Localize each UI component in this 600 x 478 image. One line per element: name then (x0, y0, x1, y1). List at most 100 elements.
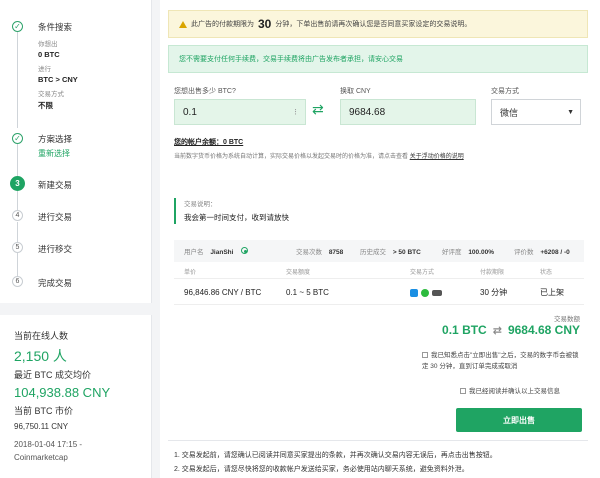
rating-label: 好评度 (442, 249, 462, 256)
lock-confirm-checkbox[interactable] (422, 352, 428, 359)
payment-methods (410, 288, 445, 297)
price-source: Coinmarketcap (14, 453, 68, 462)
trade-count-field: 交易次数 8758 (296, 246, 343, 256)
rating-value: 100.00% (468, 249, 494, 256)
step-1-label: 你想出 (38, 41, 58, 48)
warning-suffix: 分钟，下单出售前请再次确认您是否同意买家设定的交易说明。 (275, 21, 472, 28)
step-5-title: 进行移交 (38, 244, 73, 254)
step-1-check-icon: ✓ (12, 21, 23, 32)
step-2-check-icon: ✓ (12, 133, 23, 144)
header-term: 付款期限 (480, 270, 505, 276)
step-1-value: 不限 (38, 101, 53, 110)
step-3-title: 新建交易 (38, 180, 73, 190)
cny-amount-value: 9684.68 (349, 106, 386, 118)
total-amount: 0.1 BTC ⇄ 9684.68 CNY (442, 323, 580, 337)
trade-panel: 此广告的付款期限为 30 分钟，下单出售前请再次确认您是否同意买家设定的交易说明… (160, 0, 600, 478)
fee-notice: 您不需要支付任何手续费，交易手续费将由广告发布者承担，请安心交易 (168, 45, 588, 73)
step-1-label: 进行 (38, 66, 51, 73)
online-users-label: 当前在线人数 (14, 331, 69, 341)
trade-count-label: 交易次数 (296, 249, 322, 256)
online-status-icon (241, 247, 249, 254)
latest-price-label: 最近 BTC 成交均价 (14, 370, 92, 380)
trade-description: 交易说明： 我会第一时间支付，收到请放快 (174, 198, 584, 224)
stepper-icon[interactable]: ⁝ (294, 107, 297, 118)
trade-note-label: 交易说明： (184, 201, 217, 208)
trade-note-text: 我会第一时间支付，收到请放快 (184, 213, 289, 222)
step-1-value: BTC > CNY (38, 75, 78, 84)
ad-limit: 0.1 ~ 5 BTC (286, 288, 329, 297)
review-count-field: 评价数 +6208 / -0 (514, 246, 570, 256)
payment-method-select[interactable]: 微信 ▼ (491, 99, 581, 125)
step-1-title[interactable]: 条件搜索 (38, 21, 72, 33)
total-cny: 9684.68 CNY (507, 323, 580, 337)
total-btc: 0.1 BTC (442, 323, 487, 337)
step-5-number: 5 (12, 242, 23, 253)
ad-table-header: 单价 交易额度 交易方式 付款期限 状态 (174, 265, 584, 279)
username-label: 用户名 (184, 249, 204, 256)
sell-now-button[interactable]: 立即出售 (456, 408, 582, 432)
steps-card: ✓ 条件搜索 你想出 0 BTC 进行 BTC > CNY 交易方式 不限 ✓ … (0, 0, 152, 303)
history-field: 历史成交 > 50 BTC (360, 246, 421, 256)
table-row: 96,846.86 CNY / BTC 0.1 ~ 5 BTC 30 分钟 已上… (174, 281, 584, 305)
warning-prefix: 此广告的付款期限为 (191, 21, 254, 28)
divider (168, 440, 588, 441)
read-confirm-text: 我已经阅读并确认以上交易信息 (469, 388, 560, 395)
header-price: 单价 (184, 270, 197, 276)
price-timestamp: 2018-01-04 17:15 - (14, 440, 83, 449)
read-confirm: 我已经阅读并确认以上交易信息 (460, 385, 560, 395)
rating-field: 好评度 100.00% (442, 246, 494, 256)
account-balance: 您的帐户余额：0 BTC (174, 139, 244, 146)
step-connector (17, 222, 18, 242)
swap-icon[interactable]: ⇄ (312, 101, 324, 118)
step-1-value: 0 BTC (38, 50, 60, 59)
read-confirm-checkbox[interactable] (460, 388, 466, 395)
step-6-title: 完成交易 (38, 278, 73, 288)
step-6-number: 6 (12, 276, 23, 287)
wechat-icon (421, 288, 429, 297)
floating-price-link[interactable]: 关于浮动价格的说明 (410, 154, 464, 160)
step-1-label: 交易方式 (38, 91, 64, 98)
lock-confirm-text: 我已知悉点击"立即出售"之后，交易的数字币会被锁定 30 分钟，直到订单完成或取… (422, 352, 579, 370)
step-connector (17, 191, 18, 210)
header-status: 状态 (540, 270, 553, 276)
step-connector (17, 253, 18, 276)
warning-minutes: 30 (258, 17, 272, 31)
rate-note-text: 当前数字货币价格为系统自动计算，实际交易价格以发起交易时的价格为准，请点击查看 (174, 154, 409, 160)
ad-term: 30 分钟 (480, 288, 508, 297)
btc-amount-label: 您想出售多少 BTC? (174, 88, 236, 95)
payment-method-label: 交易方式 (491, 88, 519, 95)
step-2-title[interactable]: 方案选择 (38, 133, 72, 145)
step-4-title: 进行交易 (38, 212, 73, 222)
username-value[interactable]: JianShi (210, 249, 233, 256)
btc-amount-input[interactable]: 0.1 ⁝ (174, 99, 306, 125)
rate-note: 当前数字货币价格为系统自动计算，实际交易价格以发起交易时的价格为准，请点击查看 … (174, 151, 464, 160)
ad-price: 96,846.86 CNY / BTC (184, 288, 262, 297)
warning-icon (179, 20, 187, 28)
btc-amount-value: 0.1 (183, 106, 197, 118)
note-item: 2. 交易发起后，请您尽快将您的收款帐户发送给买家，务必使用站内聊天系统，避免资… (174, 466, 469, 473)
seller-info-row: 用户名 JianShi 交易次数 8758 历史成交 > 50 BTC 好评度 … (174, 240, 584, 262)
history-label: 历史成交 (360, 249, 386, 256)
note-item: 1. 交易发起前，请您确认已阅读并同意买家提出的条款，并再次确认交易内容无误后，… (174, 452, 497, 459)
payment-term-warning: 此广告的付款期限为 30 分钟，下单出售前请再次确认您是否同意买家设定的交易说明… (168, 10, 588, 38)
step-connector (17, 32, 18, 128)
review-count-value: +6208 / -0 (540, 249, 570, 256)
market-stats-card: 当前在线人数 2,150 人 最近 BTC 成交均价 104,938.88 CN… (0, 315, 152, 478)
bank-card-icon (432, 289, 442, 296)
sidebar: ✓ 条件搜索 你想出 0 BTC 进行 BTC > CNY 交易方式 不限 ✓ … (0, 0, 152, 478)
trade-notes: 1. 交易发起前，请您确认已阅读并同意买家提出的条款，并再次确认交易内容无误后，… (174, 449, 584, 477)
total-amount-label: 交易数额 (554, 316, 580, 323)
market-price-value: 96,750.11 CNY (14, 422, 69, 431)
cny-amount-input[interactable]: 9684.68 (340, 99, 476, 125)
trade-count-value: 8758 (328, 249, 344, 256)
chevron-down-icon: ▼ (567, 108, 574, 116)
lock-confirm: 我已知悉点击"立即出售"之后，交易的数字币会被锁定 30 分钟，直到订单完成或取… (422, 350, 584, 372)
reselect-link[interactable]: 重新选择 (38, 148, 70, 159)
latest-price-value: 104,938.88 CNY (14, 385, 111, 400)
market-price-label: 当前 BTC 市价 (14, 406, 74, 416)
step-4-number: 4 (12, 210, 23, 221)
online-users-value: 2,150 人 (14, 348, 67, 364)
ad-status: 已上架 (540, 288, 564, 297)
alipay-icon (410, 288, 418, 297)
username-field: 用户名 JianShi (184, 246, 249, 256)
